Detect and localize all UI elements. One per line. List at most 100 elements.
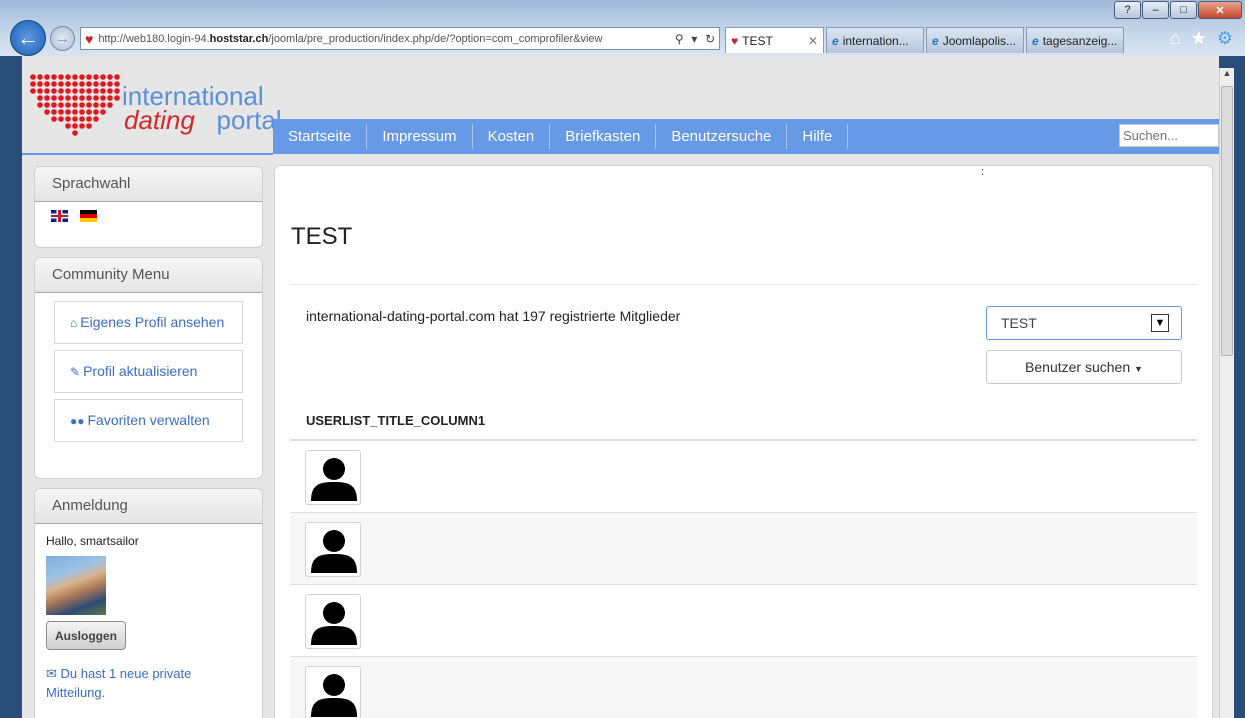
address-bar[interactable]: ♥ http://web180.login-94.hoststar.ch/joo…	[80, 27, 720, 50]
heart-dot	[65, 74, 71, 80]
home-icon[interactable]: ⌂	[1170, 28, 1181, 49]
tab-joomlapolis[interactable]: e Joomlapolis...	[926, 27, 1024, 53]
minimize-button[interactable]: –	[1142, 1, 1169, 19]
user-silhouette-icon	[311, 602, 357, 645]
userlist-select[interactable]: TEST ▼	[986, 306, 1182, 340]
tab-test[interactable]: ♥ TEST ✕	[725, 27, 824, 53]
heart-dot	[37, 102, 43, 108]
close-window-button[interactable]: ✕	[1198, 1, 1242, 19]
tab-tagesanzeiger[interactable]: e tagesanzeig...	[1026, 27, 1124, 53]
back-button[interactable]: ←	[10, 20, 46, 56]
ie-icon: e	[932, 33, 939, 48]
user-avatar-placeholder[interactable]	[305, 450, 361, 505]
user-avatar-placeholder[interactable]	[305, 522, 361, 577]
heart-dot	[79, 123, 85, 129]
heart-dot	[51, 109, 57, 115]
heart-dot	[37, 74, 43, 80]
language-module-title: Sprachwahl	[35, 167, 262, 202]
table-row[interactable]	[290, 441, 1197, 513]
close-tab-icon[interactable]: ✕	[808, 34, 818, 48]
nav-impressum[interactable]: Impressum	[367, 124, 473, 149]
table-row[interactable]	[290, 657, 1197, 718]
user-avatar-placeholder[interactable]	[305, 594, 361, 649]
user-avatar[interactable]	[46, 556, 106, 615]
nav-startseite[interactable]: Startseite	[273, 124, 368, 149]
nav-kosten[interactable]: Kosten	[473, 124, 551, 149]
login-module-title: Anmeldung	[35, 489, 262, 524]
heart-dot	[86, 109, 92, 115]
heart-dot	[79, 88, 85, 94]
site-search-input[interactable]	[1119, 124, 1219, 147]
heart-dot	[100, 88, 106, 94]
table-row[interactable]	[290, 585, 1197, 657]
help-icon[interactable]: ?	[1114, 1, 1141, 19]
heart-dot	[72, 116, 78, 122]
heart-dot	[100, 109, 106, 115]
caret-down-icon: ▼	[1134, 364, 1143, 374]
heart-dot	[72, 88, 78, 94]
dotted-heart-icon	[30, 74, 120, 136]
manage-favorites-link[interactable]: ●● Favoriten verwalten	[54, 399, 243, 442]
nav-benutzersuche[interactable]: Benutzersuche	[656, 124, 788, 149]
heart-dot	[44, 74, 50, 80]
heart-dot	[30, 74, 36, 80]
heart-dot	[93, 102, 99, 108]
heart-dot	[72, 123, 78, 129]
logout-button[interactable]: Ausloggen	[46, 621, 126, 650]
heart-dot	[30, 88, 36, 94]
table-row[interactable]	[290, 513, 1197, 585]
refresh-icon[interactable]: ↻	[705, 32, 715, 46]
tab-international[interactable]: e internation...	[826, 27, 924, 53]
gear-icon[interactable]: ⚙	[1217, 28, 1233, 49]
heart-dot	[93, 95, 99, 101]
ie-icon: e	[1032, 33, 1039, 48]
dropdown-icon[interactable]: ▾	[691, 32, 697, 46]
heart-dot	[58, 81, 64, 87]
nav-briefkasten[interactable]: Briefkasten	[550, 124, 657, 149]
search-icon[interactable]: ⚲	[675, 32, 684, 46]
heart-dot	[58, 116, 64, 122]
forward-button[interactable]: →	[50, 26, 75, 51]
logo-text-portal: portal	[216, 105, 282, 135]
heart-dot	[44, 81, 50, 87]
german-flag-icon[interactable]	[80, 210, 97, 222]
heart-dot	[72, 95, 78, 101]
heart-dot	[93, 74, 99, 80]
login-module: Anmeldung Hallo, smartsailor Ausloggen ✉…	[34, 488, 263, 718]
scroll-up-icon[interactable]: ▲	[1220, 68, 1234, 84]
update-profile-link[interactable]: ✎ Profil aktualisieren	[54, 350, 243, 393]
url-text: http://web180.login-94.hoststar.ch/jooml…	[98, 32, 603, 45]
view-profile-link[interactable]: ⌂ Eigenes Profil ansehen	[54, 301, 243, 344]
heart-dot	[114, 81, 120, 87]
user-avatar-placeholder[interactable]	[305, 666, 361, 718]
heart-dot	[72, 74, 78, 80]
heart-dot	[72, 109, 78, 115]
heart-dot	[107, 102, 113, 108]
heart-favicon-icon: ♥	[85, 30, 94, 47]
heart-dot	[107, 81, 113, 87]
site-logo[interactable]: international dating portal	[30, 74, 282, 152]
heart-favicon-icon: ♥	[731, 33, 739, 48]
scroll-thumb[interactable]	[1221, 86, 1233, 356]
heart-dot	[44, 95, 50, 101]
uk-flag-icon[interactable]	[51, 210, 68, 222]
heart-dot	[107, 95, 113, 101]
heart-dot	[65, 95, 71, 101]
page-scrollbar[interactable]: ▲	[1219, 68, 1234, 718]
private-message-link[interactable]: ✉ Du hast 1 neue private Mitteilung.	[46, 664, 251, 702]
divider	[290, 284, 1197, 285]
heart-dot	[100, 102, 106, 108]
search-users-button[interactable]: Benutzer suchen ▼	[986, 350, 1182, 384]
browser-chrome: ? – □ ✕ ← → ♥ http://web180.login-94.hos…	[0, 0, 1245, 56]
heart-dot	[58, 95, 64, 101]
heart-dot	[72, 130, 78, 136]
heart-dot	[100, 95, 106, 101]
favorites-star-icon[interactable]: ★	[1191, 28, 1207, 49]
heart-dot	[65, 102, 71, 108]
member-count-text: international-dating-portal.com hat 197 …	[306, 308, 681, 324]
heart-dot	[86, 116, 92, 122]
heart-dot	[51, 81, 57, 87]
user-silhouette-icon	[311, 674, 357, 717]
maximize-button[interactable]: □	[1170, 1, 1197, 19]
nav-hilfe[interactable]: Hilfe	[787, 124, 849, 149]
